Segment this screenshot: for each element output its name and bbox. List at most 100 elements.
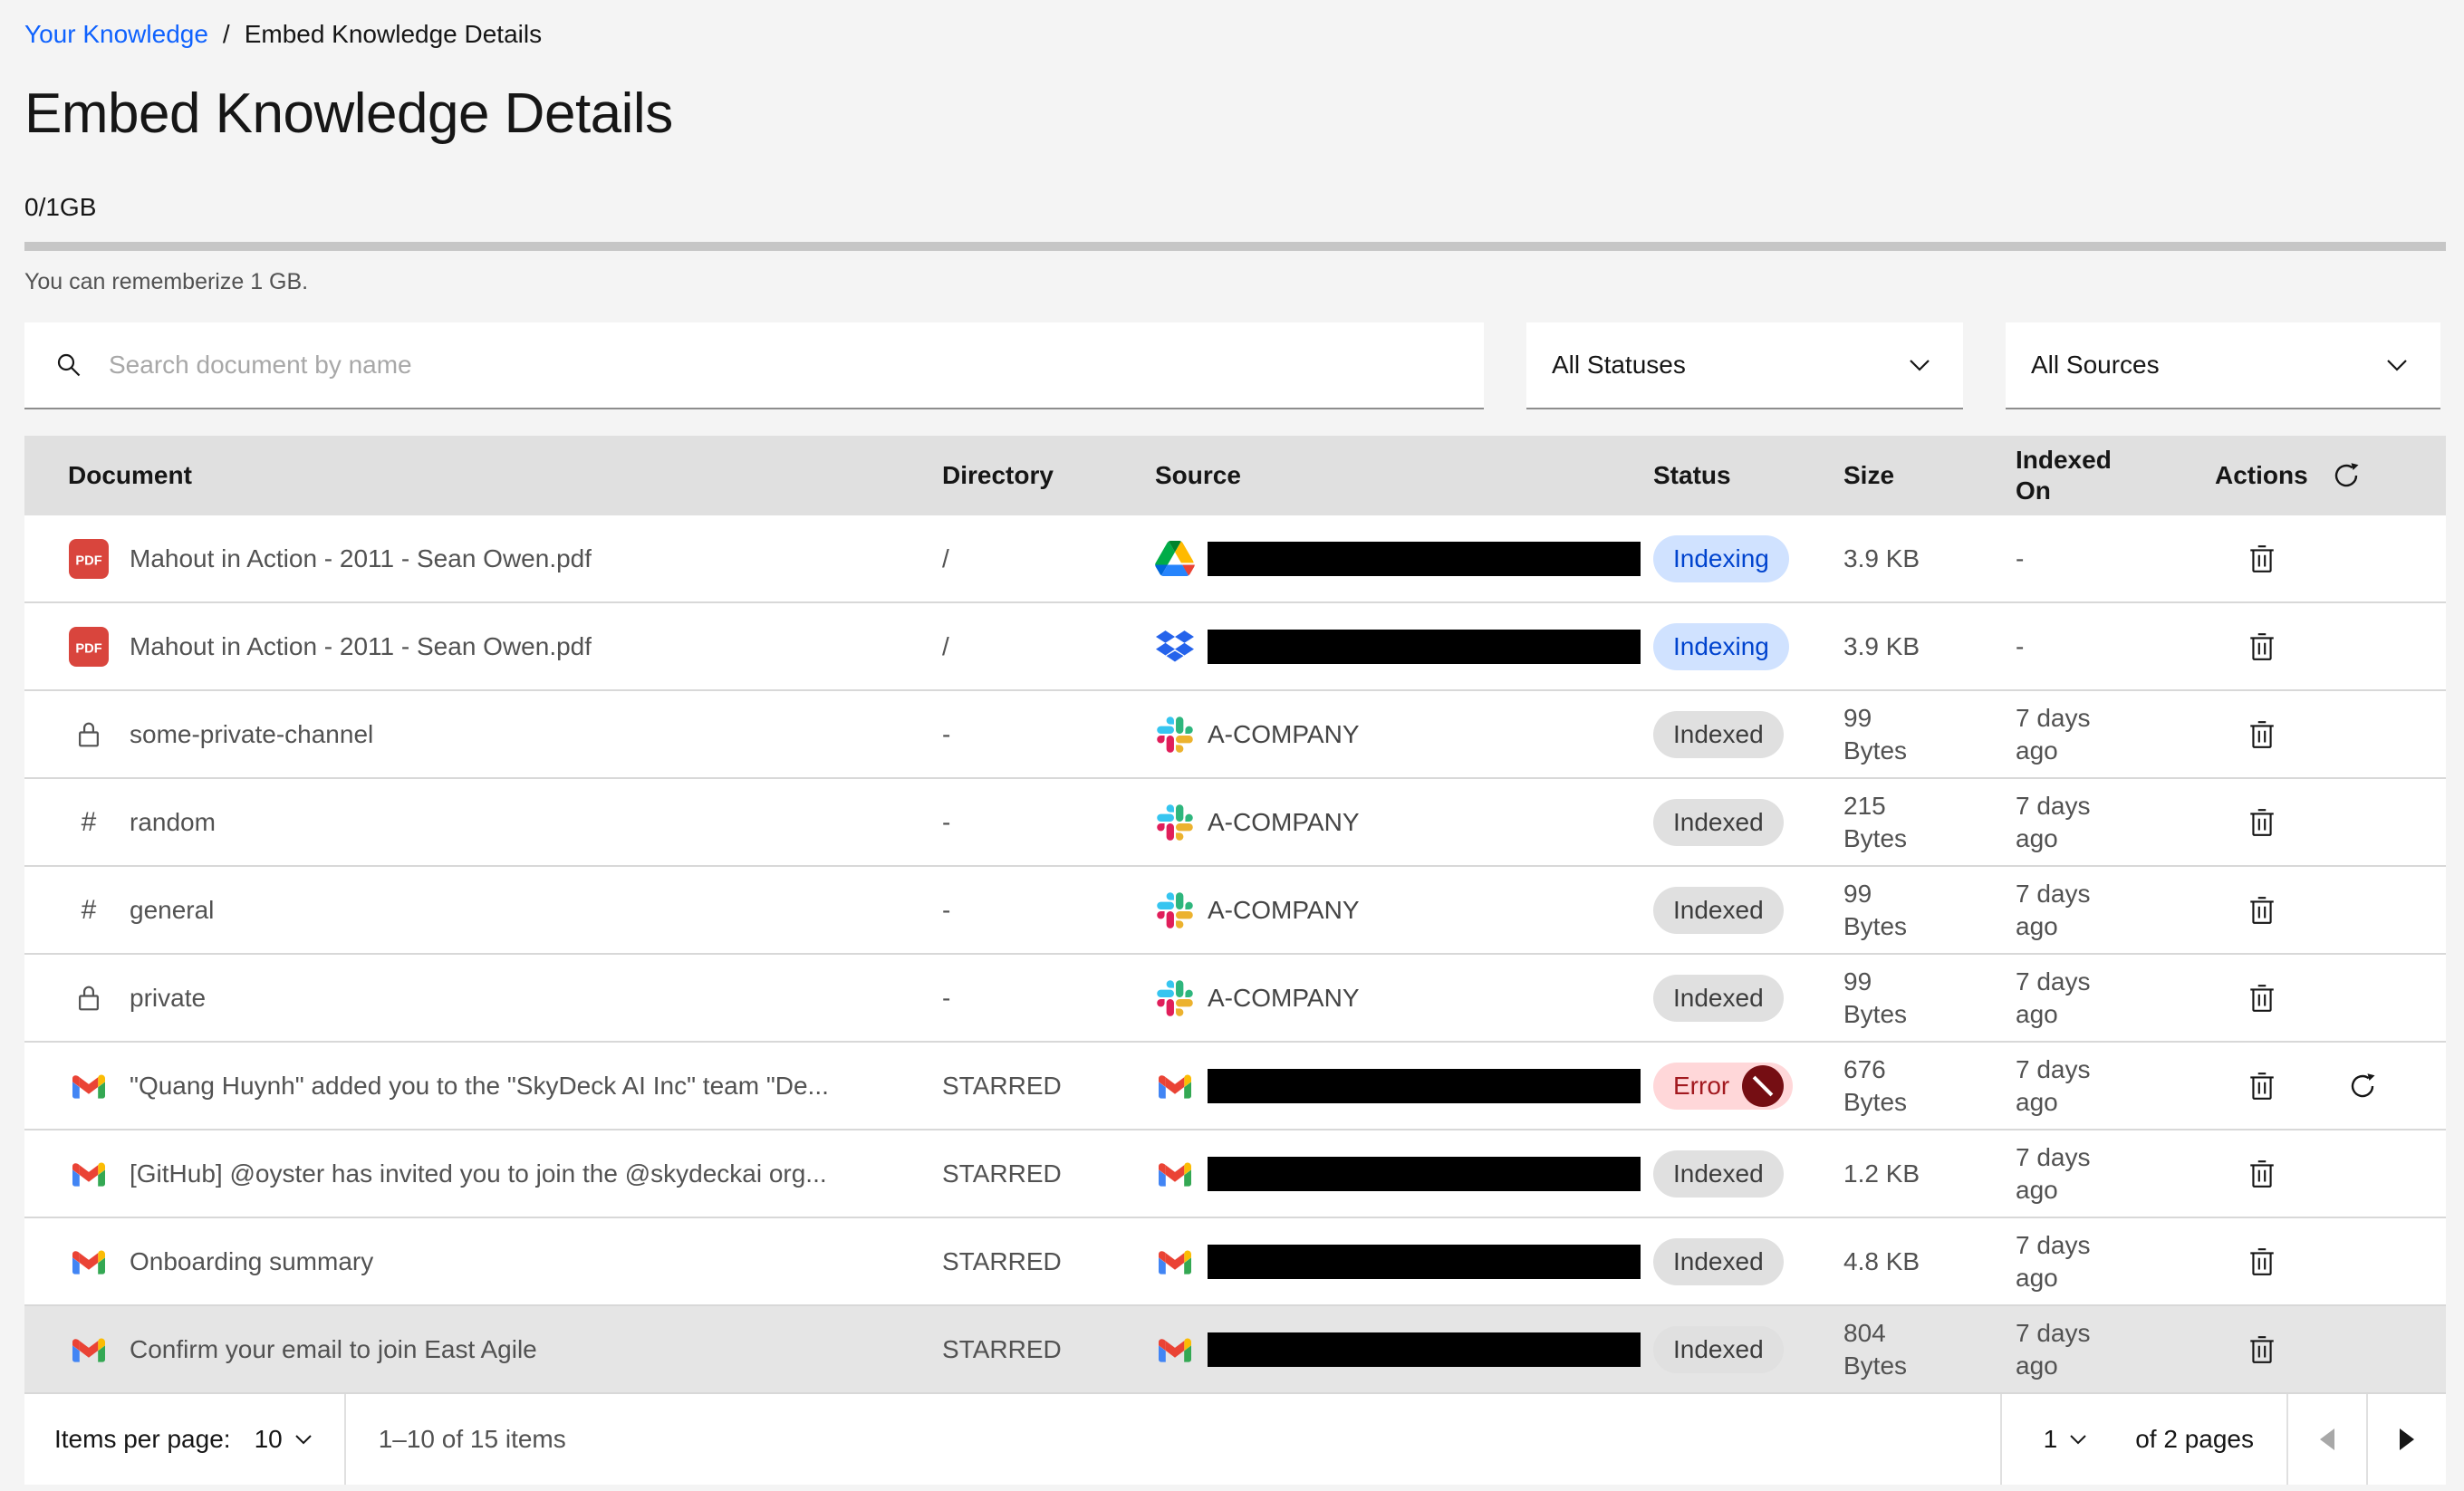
actions-cell: [2215, 631, 2446, 662]
delete-document-button[interactable]: [2247, 807, 2277, 838]
directory-cell: -: [942, 982, 1155, 1015]
actions-cell: [2215, 807, 2446, 838]
column-header-document: Document: [24, 459, 942, 492]
source-filter-dropdown[interactable]: All Sources: [2006, 322, 2440, 409]
indexed-on-cell: 7 days ago: [2016, 878, 2215, 943]
table-row[interactable]: private - A-COMPANY Indexed 99 Bytes 7 d…: [24, 955, 2446, 1043]
status-badge: Indexed: [1653, 1150, 1784, 1198]
table-row[interactable]: some-private-channel - A-COMPANY Indexed…: [24, 691, 2446, 779]
page-title: Embed Knowledge Details: [24, 82, 2446, 146]
hash-icon: #: [68, 807, 110, 838]
table-row[interactable]: Confirm your email to join East Agile ST…: [24, 1306, 2446, 1394]
delete-document-button[interactable]: [2247, 1071, 2277, 1101]
delete-document-button[interactable]: [2247, 1159, 2277, 1189]
status-badge: Indexing: [1653, 535, 1789, 582]
indexed-on-cell: 7 days ago: [2016, 1229, 2215, 1294]
table-row[interactable]: # random - A-COMPANY Indexed 215 Bytes 7…: [24, 779, 2446, 867]
document-name: [GitHub] @oyster has invited you to join…: [130, 1158, 827, 1190]
search-icon: [54, 351, 83, 380]
status-filter-dropdown[interactable]: All Statuses: [1526, 322, 1963, 409]
storage-progress-bar: [24, 242, 2446, 251]
document-cell: [GitHub] @oyster has invited you to join…: [24, 1158, 942, 1190]
page-number-select[interactable]: 1: [2044, 1425, 2087, 1454]
filters-row: All Statuses All Sources: [24, 322, 2446, 409]
chevron-down-icon: [2070, 1435, 2086, 1445]
gmail-icon: [1155, 1073, 1195, 1099]
document-name: some-private-channel: [130, 718, 373, 751]
delete-document-button[interactable]: [2247, 631, 2277, 662]
redacted-source-text: [1208, 1332, 1641, 1367]
status-cell: Indexed: [1653, 1326, 1843, 1373]
document-cell: # random: [24, 806, 942, 839]
trash-icon: [2247, 807, 2277, 838]
status-badge: Indexed: [1653, 1238, 1784, 1285]
source-cell: [1155, 1157, 1653, 1191]
retry-indexing-button[interactable]: [2348, 1072, 2377, 1101]
status-cell: Indexing: [1653, 623, 1843, 670]
source-cell: [1155, 1069, 1653, 1103]
source-label: A-COMPANY: [1208, 982, 1360, 1015]
refresh-table-button[interactable]: [2332, 461, 2361, 490]
trash-icon: [2247, 983, 2277, 1014]
document-cell: PDF Mahout in Action - 2011 - Sean Owen.…: [24, 539, 942, 579]
items-per-page-select[interactable]: 10: [255, 1425, 312, 1454]
indexed-on-cell: 7 days ago: [2016, 1317, 2215, 1382]
document-cell: some-private-channel: [24, 718, 942, 751]
delete-document-button[interactable]: [2247, 983, 2277, 1014]
status-filter-value: All Statuses: [1552, 351, 1686, 380]
source-cell: [1155, 1332, 1653, 1367]
column-header-size: Size: [1843, 460, 2016, 491]
items-per-page: Items per page: 10: [24, 1425, 312, 1454]
status-cell: Indexing: [1653, 535, 1843, 582]
trash-icon: [2247, 719, 2277, 750]
size-cell: 4.8 KB: [1843, 1246, 2016, 1278]
redacted-source-text: [1208, 1069, 1641, 1103]
actions-cell: [2215, 1071, 2446, 1101]
table-row[interactable]: "Quang Huynh" added you to the "SkyDeck …: [24, 1043, 2446, 1130]
actions-cell: [2215, 983, 2446, 1014]
pagination-range-text: 1–10 of 15 items: [379, 1425, 566, 1454]
caret-left-icon: [2320, 1428, 2334, 1450]
next-page-button[interactable]: [2368, 1394, 2446, 1485]
previous-page-button[interactable]: [2288, 1394, 2366, 1485]
directory-cell: -: [942, 894, 1155, 927]
gmail-icon: [68, 1337, 110, 1362]
status-badge: Indexed: [1653, 1326, 1784, 1373]
table-row[interactable]: PDF Mahout in Action - 2011 - Sean Owen.…: [24, 515, 2446, 603]
document-name: "Quang Huynh" added you to the "SkyDeck …: [130, 1070, 829, 1102]
redacted-source-text: [1208, 1157, 1641, 1191]
delete-document-button[interactable]: [2247, 719, 2277, 750]
delete-document-button[interactable]: [2247, 895, 2277, 926]
status-cell: Indexed: [1653, 1150, 1843, 1198]
size-cell: 99 Bytes: [1843, 702, 2016, 767]
actions-cell: [2215, 543, 2446, 574]
source-cell: A-COMPANY: [1155, 892, 1653, 928]
slack-icon: [1155, 892, 1195, 928]
breadcrumb-link-your-knowledge[interactable]: Your Knowledge: [24, 20, 208, 49]
document-cell: Onboarding summary: [24, 1246, 942, 1278]
redacted-source-text: [1208, 542, 1641, 576]
pdf-file-icon: PDF: [68, 627, 110, 667]
slack-icon: [1155, 980, 1195, 1016]
indexed-on-cell: 7 days ago: [2016, 966, 2215, 1031]
pagination-divider: [344, 1394, 346, 1485]
document-name: Mahout in Action - 2011 - Sean Owen.pdf: [130, 543, 592, 575]
table-row[interactable]: # general - A-COMPANY Indexed 99 Bytes 7…: [24, 867, 2446, 955]
storage-usage-label: 0/1GB: [24, 193, 2446, 222]
table-row[interactable]: [GitHub] @oyster has invited you to join…: [24, 1130, 2446, 1218]
column-header-actions: Actions: [2215, 459, 2446, 492]
svg-text:PDF: PDF: [75, 641, 101, 656]
table-row[interactable]: PDF Mahout in Action - 2011 - Sean Owen.…: [24, 603, 2446, 691]
delete-document-button[interactable]: [2247, 543, 2277, 574]
items-per-page-label: Items per page:: [54, 1425, 231, 1454]
directory-cell: STARRED: [942, 1246, 1155, 1278]
pdf-file-icon: PDF: [68, 539, 110, 579]
delete-document-button[interactable]: [2247, 1246, 2277, 1277]
table-row[interactable]: Onboarding summary STARRED Indexed 4.8 K…: [24, 1218, 2446, 1306]
status-badge: Indexed: [1653, 799, 1784, 846]
directory-cell: /: [942, 630, 1155, 663]
status-badge: Indexed: [1653, 975, 1784, 1022]
delete-document-button[interactable]: [2247, 1334, 2277, 1365]
source-cell: A-COMPANY: [1155, 804, 1653, 841]
search-input[interactable]: [109, 322, 1484, 408]
